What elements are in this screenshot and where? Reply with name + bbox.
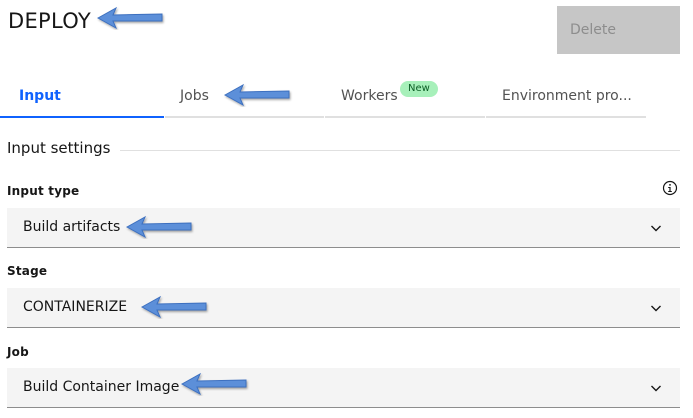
info-icon[interactable]	[662, 180, 678, 196]
input-settings-header: Input settings	[7, 139, 680, 161]
stage-value: CONTAINERIZE	[23, 299, 128, 315]
annotation-arrow-title	[96, 6, 166, 30]
tab-input[interactable]: Input	[0, 76, 164, 118]
section-divider	[119, 150, 680, 151]
new-badge: New	[400, 81, 438, 97]
tab-environment-underline	[486, 116, 646, 118]
input-type-select[interactable]: Build artifacts	[7, 208, 680, 248]
tab-workers-underline	[325, 116, 485, 118]
tab-jobs-underline	[165, 116, 324, 118]
tab-input-underline	[0, 116, 164, 118]
job-label: Job	[7, 345, 29, 359]
input-type-label: Input type	[7, 184, 80, 198]
page-title: DEPLOY	[8, 9, 92, 33]
tab-jobs-label: Jobs	[180, 88, 209, 104]
chevron-down-icon	[651, 225, 661, 232]
chevron-down-icon	[651, 385, 661, 392]
tab-workers-label: Workers	[341, 88, 398, 104]
chevron-down-icon	[651, 305, 661, 312]
job-value: Build Container Image	[23, 379, 180, 395]
section-title: Input settings	[7, 139, 121, 157]
tab-environment-properties[interactable]: Environment pro...	[486, 76, 646, 118]
input-type-value: Build artifacts	[23, 219, 121, 235]
tab-workers[interactable]: Workers New	[325, 76, 485, 118]
tab-environment-label: Environment pro...	[502, 88, 632, 104]
tab-input-label: Input	[19, 88, 61, 104]
delete-button[interactable]: Delete	[557, 6, 680, 54]
stage-label: Stage	[7, 264, 48, 278]
tab-jobs[interactable]: Jobs	[165, 76, 324, 118]
stage-select[interactable]: CONTAINERIZE	[7, 288, 680, 328]
job-select[interactable]: Build Container Image	[7, 368, 680, 408]
